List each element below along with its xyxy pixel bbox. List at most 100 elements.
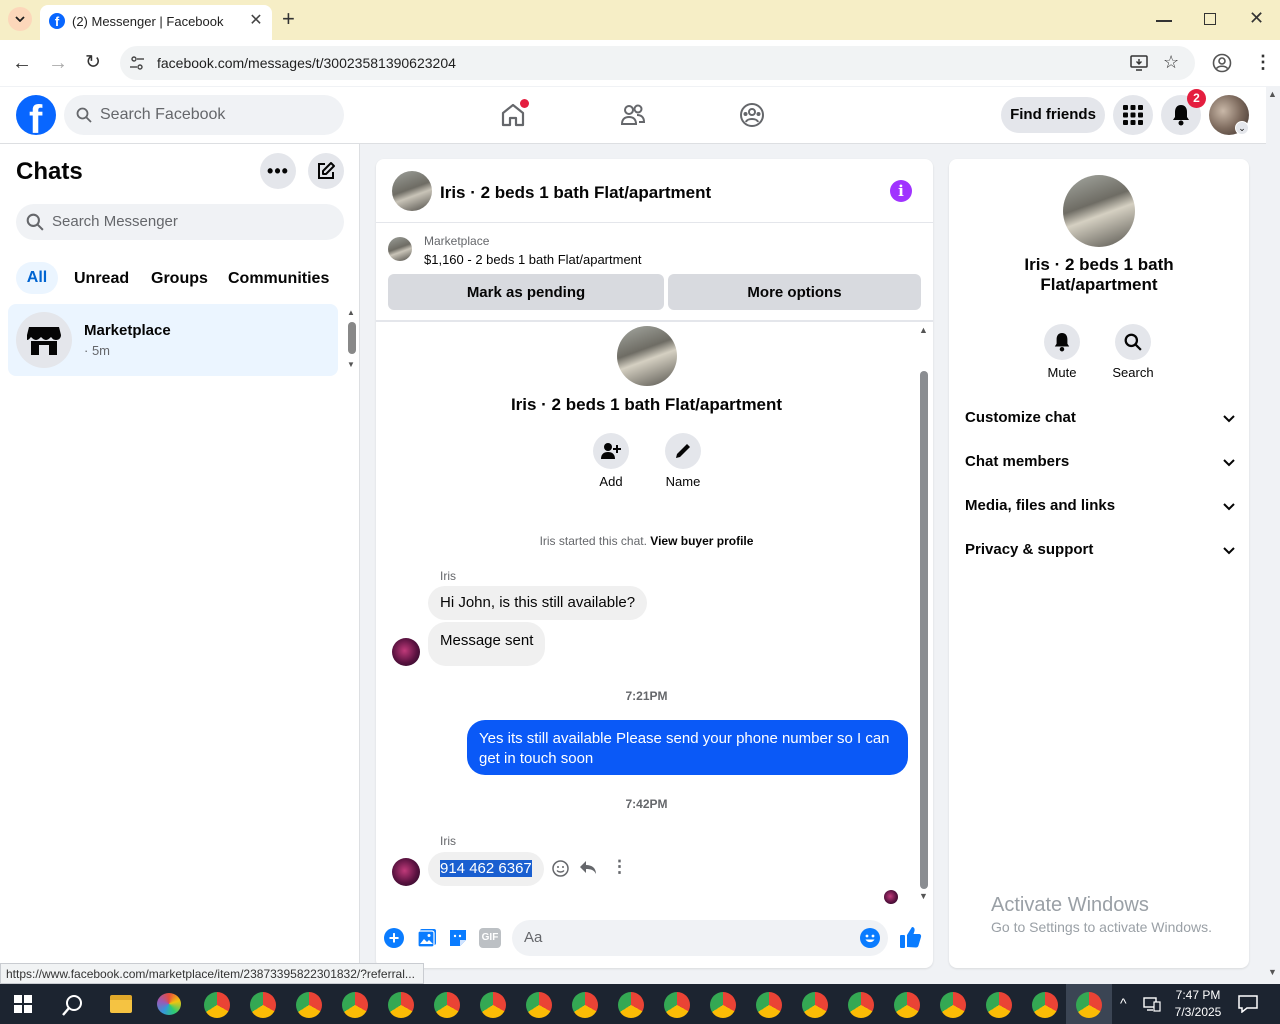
profile-icon[interactable] <box>1212 53 1232 73</box>
close-window-button[interactable]: ✕ <box>1249 8 1264 29</box>
paint-app-icon[interactable] <box>157 993 181 1015</box>
chrome-icon[interactable] <box>342 992 368 1018</box>
back-button[interactable]: ← <box>12 52 32 75</box>
restore-button[interactable] <box>1204 13 1216 25</box>
conversation-title[interactable]: Iris · 2 beds 1 bath Flat/apartment <box>440 183 711 203</box>
account-avatar[interactable]: ⌄ <box>1209 95 1249 135</box>
bookmark-star-icon[interactable]: ☆ <box>1163 52 1179 73</box>
reply-icon[interactable] <box>579 860 597 876</box>
emoji-icon[interactable] <box>860 928 880 948</box>
facebook-logo-icon[interactable]: f <box>16 95 56 135</box>
taskbar-time[interactable]: 7:47 PM <box>1173 988 1223 1002</box>
more-options-button[interactable]: More options <box>668 274 921 310</box>
message-bubble[interactable]: 914 462 6367 <box>428 852 544 886</box>
filter-unread[interactable]: Unread <box>74 270 129 288</box>
windows-start-icon[interactable] <box>14 995 32 1013</box>
minimize-button[interactable] <box>1156 20 1172 22</box>
profile-photo[interactable] <box>617 326 677 386</box>
show-hidden-icons-chevron-icon[interactable]: ^ <box>1120 995 1127 1011</box>
chrome-icon[interactable] <box>664 992 690 1018</box>
info-icon[interactable]: i <box>890 180 912 202</box>
more-actions-plus-icon[interactable]: + <box>384 928 404 948</box>
search-messenger-input[interactable]: Search Messenger <box>16 204 344 240</box>
outgoing-message-bubble[interactable]: Yes its still available Please send your… <box>467 720 908 775</box>
address-bar[interactable]: facebook.com/messages/t/3002358139062320… <box>120 46 1195 80</box>
active-app-highlight[interactable] <box>1066 984 1112 1024</box>
phone-number-selected[interactable]: 914 462 6367 <box>440 860 532 877</box>
media-files-links-row[interactable]: Media, files and links <box>965 497 1235 521</box>
chat-info-panel: Iris · 2 beds 1 bath Flat/apartment Mute… <box>949 159 1249 968</box>
sender-avatar[interactable] <box>392 638 420 666</box>
listing-thumbnail[interactable] <box>388 237 412 261</box>
new-tab-button[interactable]: + <box>282 8 295 30</box>
tab-search-button[interactable] <box>8 7 32 31</box>
page-scrollbar[interactable]: ▲ ▼ <box>1266 87 1280 984</box>
listing-description[interactable]: $1,160 - 2 beds 1 bath Flat/apartment <box>424 252 642 267</box>
chat-options-button[interactable]: ••• <box>260 153 296 189</box>
sender-avatar[interactable] <box>392 858 420 886</box>
message-bubble[interactable]: Hi John, is this still available? <box>428 586 648 620</box>
chrome-icon[interactable] <box>480 992 506 1018</box>
message-bubble[interactable]: Message sent <box>428 622 546 666</box>
browser-menu-icon[interactable]: ⋮ <box>1254 52 1272 73</box>
chrome-icon[interactable] <box>1032 992 1058 1018</box>
chrome-icon[interactable] <box>618 992 644 1018</box>
install-app-icon[interactable] <box>1130 54 1148 72</box>
nav-home[interactable] <box>500 99 529 128</box>
mark-as-pending-button[interactable]: Mark as pending <box>388 274 664 310</box>
more-actions-icon[interactable]: ⋮ <box>611 857 628 877</box>
chrome-icon[interactable] <box>802 992 828 1018</box>
chat-list-scrollbar[interactable]: ▲ ▼ <box>344 308 356 372</box>
chat-info-photo[interactable] <box>1063 175 1135 247</box>
taskbar-date[interactable]: 7/3/2025 <box>1168 1005 1228 1019</box>
chrome-icon[interactable] <box>572 992 598 1018</box>
nav-groups[interactable] <box>739 102 765 128</box>
like-thumbs-up-icon[interactable] <box>899 926 922 949</box>
view-buyer-profile-link[interactable]: View buyer profile <box>650 534 753 548</box>
search-in-chat-button[interactable] <box>1115 324 1151 360</box>
tab-close-icon[interactable]: ✕ <box>246 11 266 31</box>
forward-button[interactable]: → <box>48 52 68 75</box>
chrome-icon[interactable] <box>434 992 460 1018</box>
chrome-icon[interactable] <box>388 992 414 1018</box>
gif-icon[interactable]: GIF <box>479 928 501 948</box>
search-facebook-input[interactable]: Search Facebook <box>64 95 344 135</box>
chrome-icon[interactable] <box>710 992 736 1018</box>
privacy-support-row[interactable]: Privacy & support <box>965 541 1235 565</box>
filter-groups[interactable]: Groups <box>151 270 208 288</box>
chrome-icon[interactable] <box>204 992 230 1018</box>
chrome-icon[interactable] <box>526 992 552 1018</box>
listing-avatar[interactable] <box>392 171 432 211</box>
edit-name-button[interactable] <box>665 433 701 469</box>
add-people-button[interactable] <box>593 433 629 469</box>
photo-attach-icon[interactable] <box>417 928 437 948</box>
filter-communities[interactable]: Communities <box>228 270 329 288</box>
mute-button[interactable] <box>1044 324 1080 360</box>
site-settings-icon[interactable] <box>129 55 145 71</box>
filter-all[interactable]: All <box>16 262 58 294</box>
reload-button[interactable]: ↻ <box>85 51 101 74</box>
nav-friends[interactable] <box>620 103 646 127</box>
messages-scrollbar[interactable]: ▲ ▼ <box>917 323 931 903</box>
chrome-icon[interactable] <box>848 992 874 1018</box>
message-input[interactable]: Aa <box>512 920 888 956</box>
chrome-icon[interactable] <box>296 992 322 1018</box>
chrome-icon[interactable] <box>894 992 920 1018</box>
chat-members-row[interactable]: Chat members <box>965 453 1235 477</box>
react-emoji-icon[interactable] <box>552 860 569 877</box>
chrome-icon[interactable] <box>940 992 966 1018</box>
customize-chat-row[interactable]: Customize chat <box>965 409 1235 433</box>
chrome-icon[interactable] <box>986 992 1012 1018</box>
chrome-icon[interactable] <box>756 992 782 1018</box>
file-explorer-icon[interactable] <box>110 995 132 1013</box>
chat-list-item[interactable]: Marketplace · 5m <box>8 304 338 376</box>
taskbar-search-icon[interactable] <box>62 994 84 1016</box>
notifications-center-icon[interactable] <box>1238 995 1258 1013</box>
browser-tab[interactable]: f (2) Messenger | Facebook ✕ <box>40 5 272 40</box>
sticker-icon[interactable] <box>448 928 468 948</box>
find-friends-button[interactable]: Find friends <box>1001 97 1105 133</box>
new-message-button[interactable] <box>308 153 344 189</box>
network-icon[interactable] <box>1143 996 1161 1012</box>
menu-button[interactable] <box>1113 95 1153 135</box>
chrome-icon[interactable] <box>250 992 276 1018</box>
